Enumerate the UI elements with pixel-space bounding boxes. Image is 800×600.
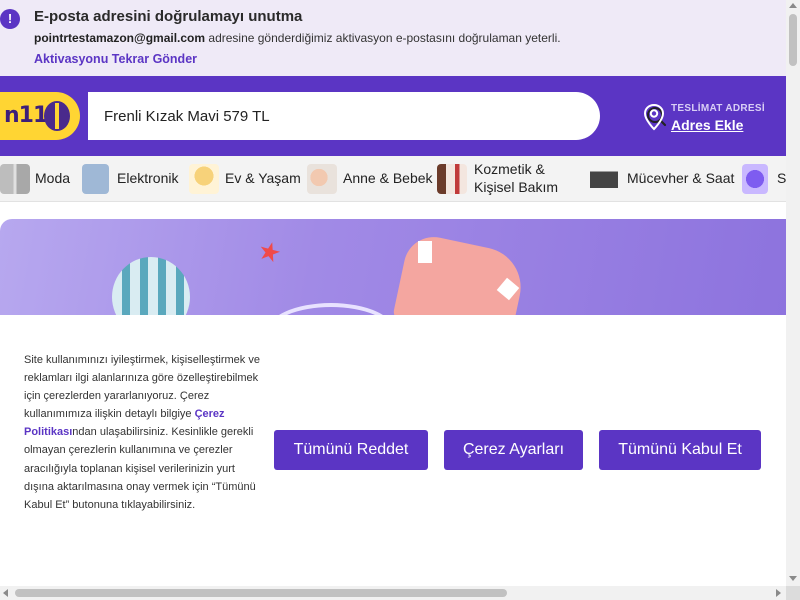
category-label: Ev & Yaşam (225, 170, 301, 186)
category-label: Anne & Bebek (343, 170, 433, 186)
category-label: Kozmetik & Kişisel Bakım (474, 160, 558, 196)
delivery-address-label: TESLİMAT ADRESİ (671, 103, 765, 114)
category-nav: Moda Elektronik Ev & Yaşam Anne & Bebek … (0, 156, 786, 202)
n11-logo[interactable]: n11 (0, 92, 80, 140)
exclamation-icon: ! (0, 9, 20, 29)
category-anne-bebek[interactable]: Anne & Bebek (307, 156, 433, 201)
cookie-settings-button[interactable]: Çerez Ayarları (444, 430, 583, 470)
verification-message: pointrtestamazon@gmail.com adresine gönd… (34, 31, 561, 45)
hot-air-balloon-illustration (112, 257, 190, 315)
watch-thumbnail-icon (590, 164, 618, 194)
verification-email: pointrtestamazon@gmail.com (34, 31, 206, 45)
horizontal-scroll-thumb[interactable] (15, 589, 507, 597)
search-input[interactable] (104, 104, 534, 128)
category-elektronik[interactable]: Elektronik (82, 156, 184, 201)
accept-all-button[interactable]: Tümünü Kabul Et (599, 430, 761, 470)
category-ev-yasam[interactable]: Ev & Yaşam (189, 156, 301, 201)
category-label: Elektronik (117, 170, 179, 186)
baby-thumbnail-icon (307, 164, 337, 194)
site-header: n11 TESLİMAT ADRESİ Adres Ekle (0, 76, 786, 156)
verification-title: E-posta adresini doğrulamayı unutma (34, 8, 303, 25)
scroll-left-arrow-icon[interactable] (3, 589, 8, 597)
category-label-line1: Kozmetik & (474, 161, 545, 177)
category-label: Moda (35, 170, 71, 186)
scroll-right-arrow-icon[interactable] (776, 589, 781, 597)
cookie-consent-text: Site kullanımınızı iyileştirmek, kişisel… (24, 351, 260, 514)
vertical-scrollbar[interactable] (786, 0, 800, 586)
tag-decoration (418, 241, 432, 263)
category-moda[interactable]: Moda (0, 156, 76, 201)
reject-all-button[interactable]: Tümünü Reddet (274, 430, 428, 470)
scroll-up-arrow-icon[interactable] (789, 3, 797, 8)
category-mucevher-saat[interactable]: Mücevher & Saat (590, 156, 736, 201)
phone-thumbnail-icon (82, 164, 109, 194)
scrollbar-corner (786, 586, 800, 600)
ring-decoration (266, 303, 396, 315)
logo-text: n11 (4, 103, 48, 128)
category-thumbnail-icon (742, 164, 768, 194)
category-kozmetik[interactable]: Kozmetik & Kişisel Bakım (437, 156, 577, 201)
category-label: S (777, 170, 786, 186)
search-bar (88, 92, 667, 140)
horizontal-scrollbar[interactable] (0, 586, 786, 600)
verification-message-text: adresine gönderdiğimiz aktivasyon e-post… (205, 31, 561, 45)
category-partial[interactable]: S (742, 156, 786, 201)
cookie-consent-panel: Site kullanımınızı iyileştirmek, kişisel… (0, 315, 786, 585)
star-decoration-icon: ★ (254, 234, 285, 270)
lamp-thumbnail-icon (189, 164, 219, 194)
email-verification-banner: ! E-posta adresini doğrulamayı unutma po… (0, 0, 786, 76)
category-label-line2: Kişisel Bakım (474, 179, 559, 195)
ladybug-icon (44, 101, 70, 131)
vertical-scroll-thumb[interactable] (789, 14, 797, 66)
location-pin-icon (643, 103, 665, 131)
dress-illustration (391, 231, 529, 315)
fashion-thumbnail-icon (0, 164, 30, 194)
resend-activation-link[interactable]: Aktivasyonu Tekrar Gönder (34, 52, 197, 66)
cookie-text-after: ndan ulaşabilirsiniz. Kesinlikle gerekli… (24, 426, 256, 511)
category-label: Mücevher & Saat (627, 170, 735, 186)
add-address-link[interactable]: Adres Ekle (671, 117, 743, 133)
scroll-down-arrow-icon[interactable] (789, 576, 797, 581)
cosmetics-thumbnail-icon (437, 164, 467, 194)
promo-hero-banner[interactable]: ★ (0, 219, 786, 315)
